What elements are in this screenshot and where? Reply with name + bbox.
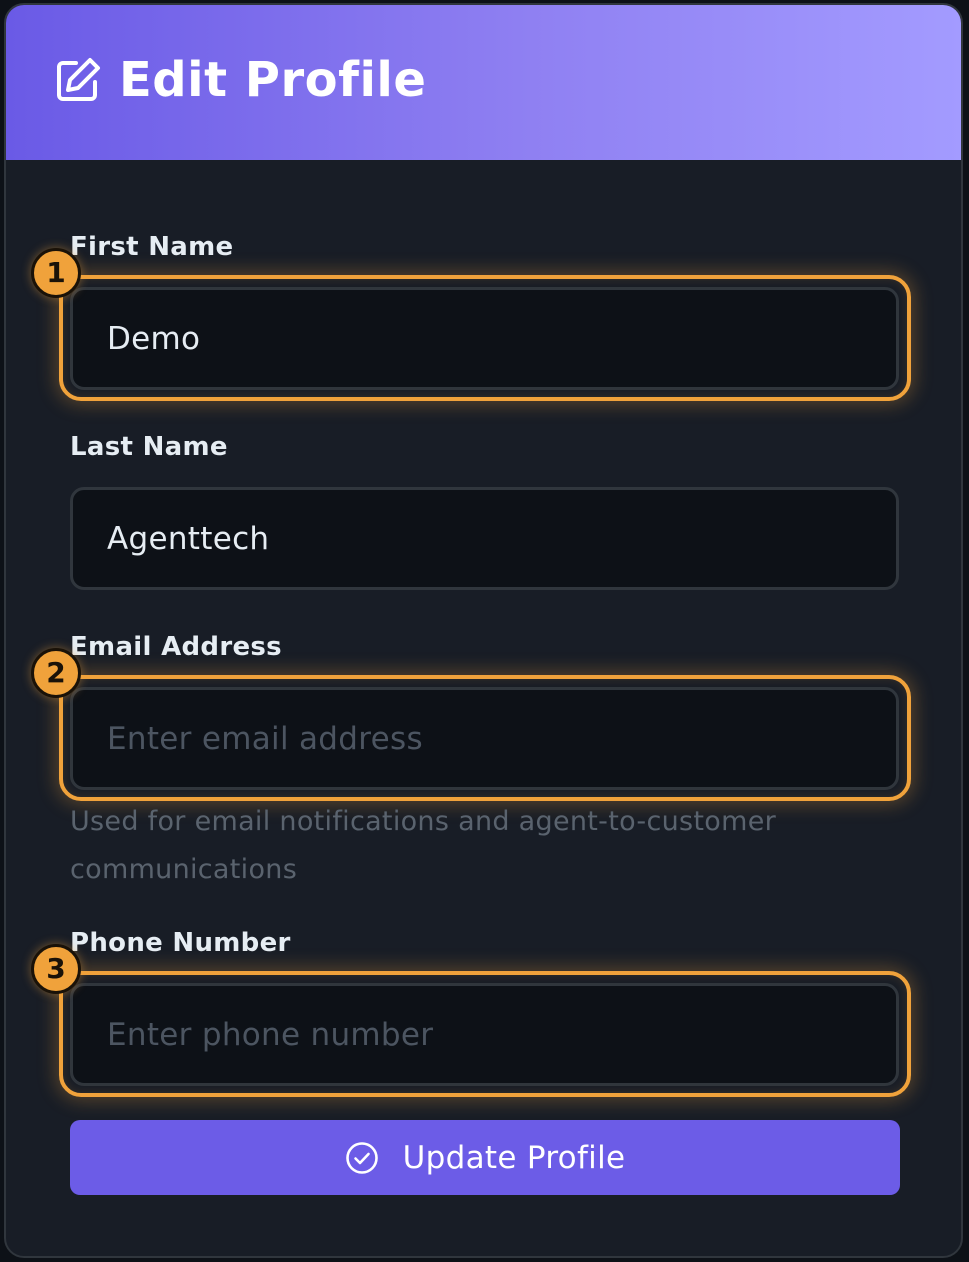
card-header: Edit Profile: [6, 5, 961, 160]
email-helper-text: Used for email notifications and agent-t…: [70, 806, 777, 885]
step-badge-1: 1: [31, 248, 81, 298]
first-name-label: First Name: [70, 232, 234, 262]
email-input[interactable]: [73, 690, 896, 787]
update-profile-button-content: Update Profile: [70, 1120, 900, 1195]
page-title: Edit Profile: [119, 52, 427, 108]
last-name-label: Last Name: [70, 432, 228, 462]
check-circle-icon: [345, 1141, 378, 1174]
phone-label: Phone Number: [70, 928, 291, 958]
last-name-input[interactable]: [73, 490, 896, 587]
update-profile-label: Update Profile: [402, 1139, 626, 1176]
step-badge-3: 3: [31, 944, 81, 994]
email-label: Email Address: [70, 632, 282, 662]
edit-profile-card: Edit Profile First Name 1 Last Name Emai…: [4, 3, 963, 1258]
update-profile-button[interactable]: Update Profile: [70, 1120, 900, 1195]
edit-icon: [57, 58, 100, 101]
email-field-wrapper: [70, 687, 899, 790]
first-name-field-wrapper: [70, 287, 899, 390]
first-name-input[interactable]: [73, 290, 896, 387]
step-badge-2: 2: [31, 648, 81, 698]
last-name-field-wrapper: [70, 487, 899, 590]
phone-input[interactable]: [73, 986, 896, 1083]
phone-field-wrapper: [70, 983, 899, 1086]
